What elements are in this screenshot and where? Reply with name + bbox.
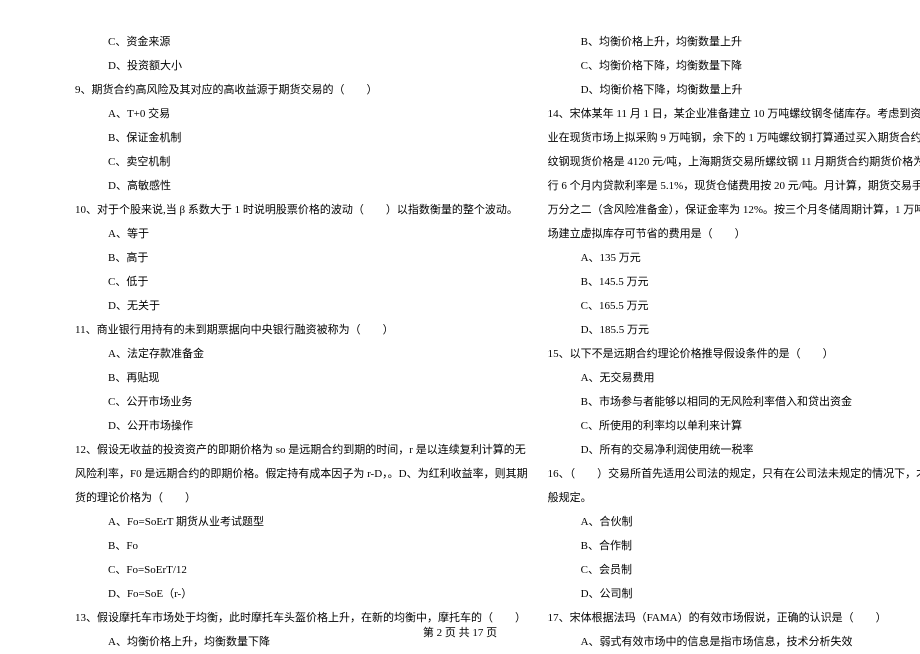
question-stem: 15、以下不是远期合约理论价格推导假设条件的是（ ） bbox=[548, 342, 920, 366]
option: B、145.5 万元 bbox=[548, 270, 920, 294]
question-stem: 纹钢现货价格是 4120 元/吨，上海期货交易所螺纹钢 11 月期货合约期货价格… bbox=[548, 150, 920, 174]
left-column: C、资金来源 D、投资额大小 9、期货合约高风险及其对应的高收益源于期货交易的（… bbox=[20, 30, 548, 600]
option: B、合作制 bbox=[548, 534, 920, 558]
right-column: B、均衡价格上升，均衡数量上升 C、均衡价格下降，均衡数量下降 D、均衡价格下降… bbox=[548, 30, 920, 600]
question-stem: 10、对于个股来说,当 β 系数大于 1 时说明股票价格的波动（ ）以指数衡量的… bbox=[75, 198, 528, 222]
option: A、法定存款准备金 bbox=[75, 342, 528, 366]
question-stem: 般规定。 bbox=[548, 486, 920, 510]
question-stem: 9、期货合约高风险及其对应的高收益源于期货交易的（ ） bbox=[75, 78, 528, 102]
question-stem: 11、商业银行用持有的未到期票据向中央银行融资被称为（ ） bbox=[75, 318, 528, 342]
option: A、135 万元 bbox=[548, 246, 920, 270]
question-stem: 行 6 个月内贷款利率是 5.1%，现货仓储费用按 20 元/吨。月计算，期货交… bbox=[548, 174, 920, 198]
option: B、再贴现 bbox=[75, 366, 528, 390]
option: B、保证金机制 bbox=[75, 126, 528, 150]
question-stem: 16、（ ）交易所首先适用公司法的规定，只有在公司法未规定的情况下，才适用民法的… bbox=[548, 462, 920, 486]
option: C、公开市场业务 bbox=[75, 390, 528, 414]
option: C、均衡价格下降，均衡数量下降 bbox=[548, 54, 920, 78]
question-stem: 业在现货市场上拟采购 9 万吨钢，余下的 1 万吨螺纹钢打算通过买入期货合约来获… bbox=[548, 126, 920, 150]
page-footer: 第 2 页 共 17 页 bbox=[0, 624, 920, 640]
option: D、公开市场操作 bbox=[75, 414, 528, 438]
option: A、T+0 交易 bbox=[75, 102, 528, 126]
question-stem: 万分之二（含风险准备金），保证金率为 12%。按三个月冬储周期计算，1 万吨钢材… bbox=[548, 198, 920, 222]
option: A、Fo=SoErT 期货从业考试题型 bbox=[75, 510, 528, 534]
question-stem: 风险利率，F0 是远期合约的即期价格。假定持有成本因子为 r-D，。D、为红利收… bbox=[75, 462, 528, 486]
option: D、所有的交易净利润使用统一税率 bbox=[548, 438, 920, 462]
option: D、185.5 万元 bbox=[548, 318, 920, 342]
question-stem: 12、假设无收益的投资资产的即期价格为 so 是远期合约到期的时间，r 是以连续… bbox=[75, 438, 528, 462]
exam-page: C、资金来源 D、投资额大小 9、期货合约高风险及其对应的高收益源于期货交易的（… bbox=[0, 0, 920, 620]
option: B、Fo bbox=[75, 534, 528, 558]
question-stem: 货的理论价格为（ ） bbox=[75, 486, 528, 510]
option: A、等于 bbox=[75, 222, 528, 246]
option: D、无关于 bbox=[75, 294, 528, 318]
option: C、165.5 万元 bbox=[548, 294, 920, 318]
option: C、所使用的利率均以单利来计算 bbox=[548, 414, 920, 438]
option: D、投资额大小 bbox=[75, 54, 528, 78]
option: C、卖空机制 bbox=[75, 150, 528, 174]
option: B、均衡价格上升，均衡数量上升 bbox=[548, 30, 920, 54]
question-stem: 14、宋体某年 11 月 1 日，某企业准备建立 10 万吨螺纹钢冬储库存。考虑… bbox=[548, 102, 920, 126]
option: A、合伙制 bbox=[548, 510, 920, 534]
option: B、高于 bbox=[75, 246, 528, 270]
option: C、资金来源 bbox=[75, 30, 528, 54]
option: D、公司制 bbox=[548, 582, 920, 606]
option: C、低于 bbox=[75, 270, 528, 294]
option: C、会员制 bbox=[548, 558, 920, 582]
option: D、均衡价格下降，均衡数量上升 bbox=[548, 78, 920, 102]
option: D、Fo=SoE（r-） bbox=[75, 582, 528, 606]
option: B、市场参与者能够以相同的无风险利率借入和贷出资金 bbox=[548, 390, 920, 414]
option: C、Fo=SoErT/12 bbox=[75, 558, 528, 582]
option: A、无交易费用 bbox=[548, 366, 920, 390]
option: D、高敏感性 bbox=[75, 174, 528, 198]
question-stem: 场建立虚拟库存可节省的费用是（ ） bbox=[548, 222, 920, 246]
